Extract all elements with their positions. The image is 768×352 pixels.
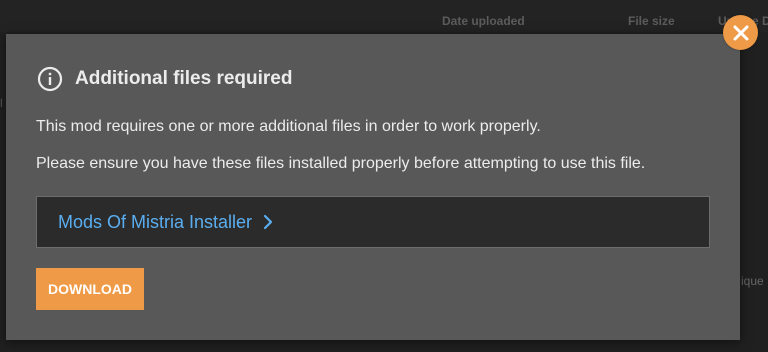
column-date-uploaded: Date uploaded (442, 14, 525, 28)
modal-description: This mod requires one or more additional… (36, 118, 541, 135)
modal-header: Additional files required (37, 66, 292, 92)
chevron-right-icon (262, 214, 274, 230)
required-file-box: Mods Of Mistria Installer (36, 196, 710, 248)
close-icon (732, 24, 750, 42)
background-right-text: ique D (741, 274, 768, 288)
additional-files-modal: Additional files required This mod requi… (6, 34, 740, 340)
info-icon (37, 66, 63, 92)
modal-title: Additional files required (75, 68, 293, 89)
download-button[interactable]: DOWNLOAD (36, 268, 144, 310)
close-button[interactable] (723, 15, 758, 50)
required-file-link[interactable]: Mods Of Mistria Installer (58, 212, 274, 233)
modal-instructions: Please ensure you have these files insta… (36, 155, 646, 172)
background-table-header: Date uploaded File size Unique D (0, 0, 768, 32)
background-left-marker: l (0, 96, 3, 110)
column-file-size: File size (628, 14, 675, 28)
required-file-label: Mods Of Mistria Installer (58, 211, 253, 232)
